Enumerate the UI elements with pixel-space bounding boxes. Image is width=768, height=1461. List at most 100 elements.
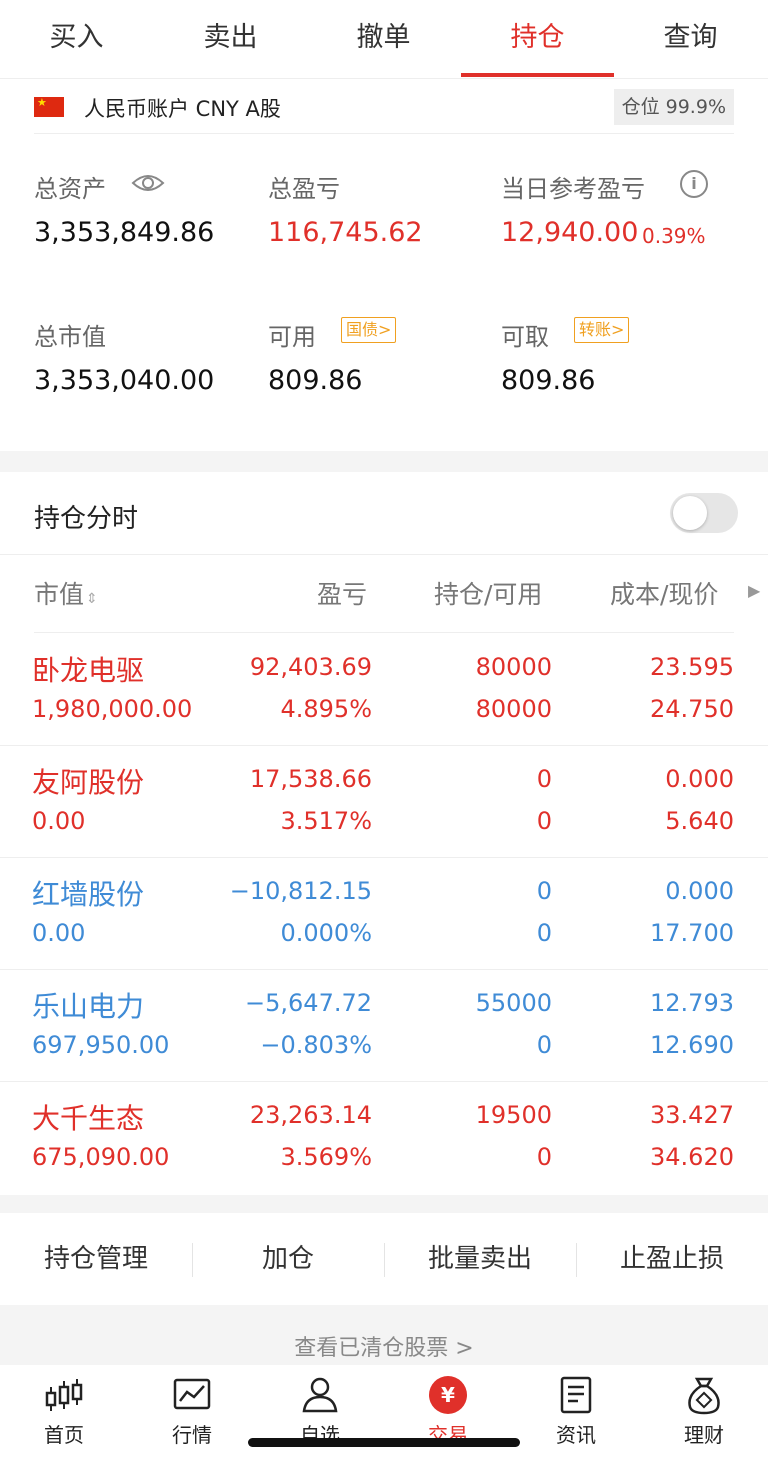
tab-cancel-order[interactable]: 撤单 bbox=[307, 0, 460, 78]
stock-pnl: 17,538.66 bbox=[249, 765, 372, 793]
account-name: 人民币账户 CNY A股 bbox=[84, 97, 281, 121]
account-header[interactable]: ★ 人民币账户 CNY A股 仓位 99.9% bbox=[34, 89, 734, 134]
daily-pnl-percent: 0.39% bbox=[642, 224, 706, 248]
stock-price: 5.640 bbox=[665, 807, 734, 835]
tab-sell[interactable]: 卖出 bbox=[154, 0, 307, 78]
stock-position: 0 bbox=[536, 765, 552, 793]
stock-cost: 23.595 bbox=[650, 653, 734, 681]
available-label: 可用 bbox=[268, 323, 316, 351]
stock-price: 17.700 bbox=[650, 919, 734, 947]
stock-pnl-percent: 3.517% bbox=[280, 807, 372, 835]
stock-price: 34.620 bbox=[650, 1143, 734, 1171]
account-summary: ★ 人民币账户 CNY A股 仓位 99.9% 总资产 3,353,849.86… bbox=[0, 79, 768, 451]
stock-cost: 33.427 bbox=[650, 1101, 734, 1129]
market-value-value: 3,353,040.00 bbox=[34, 365, 215, 396]
available-value: 809.86 bbox=[268, 365, 363, 396]
timeshare-label: 持仓分时 bbox=[34, 504, 139, 534]
stock-price: 12.690 bbox=[650, 1031, 734, 1059]
stock-available: 0 bbox=[536, 807, 552, 835]
user-icon bbox=[302, 1377, 338, 1413]
top-tab-bar: 买入 卖出 撤单 持仓 查询 bbox=[0, 0, 768, 79]
table-row[interactable]: 卧龙电驱 1,980,000.00 92,403.69 4.895% 80000 8000… bbox=[0, 633, 768, 746]
daily-pnl-label: 当日参考盈亏 bbox=[501, 175, 645, 203]
position-ratio-badge: 仓位 99.9% bbox=[613, 89, 734, 125]
take-profit-stop-loss-button[interactable]: 止盈止损 bbox=[576, 1213, 768, 1305]
stock-pnl-percent: 3.569% bbox=[280, 1143, 372, 1171]
withdrawable-value: 809.86 bbox=[501, 365, 596, 396]
timeshare-toggle[interactable] bbox=[670, 493, 738, 533]
table-row[interactable]: 友阿股份 0.00 17,538.66 3.517% 0 0 0.000 5.640 bbox=[0, 745, 768, 858]
stock-pnl: 92,403.69 bbox=[249, 653, 372, 681]
total-assets-value: 3,353,849.86 bbox=[34, 217, 215, 248]
table-row[interactable]: 大千生态 675,090.00 23,263.14 3.569% 19500 0 33.42… bbox=[0, 1081, 768, 1193]
stock-cost: 12.793 bbox=[650, 989, 734, 1017]
stock-available: 0 bbox=[536, 919, 552, 947]
stock-cost: 0.000 bbox=[665, 765, 734, 793]
header-market-value-label: 市值 bbox=[34, 580, 85, 609]
tab-holdings[interactable]: 持仓 bbox=[461, 0, 614, 78]
total-pnl-label: 总盈亏 bbox=[268, 175, 340, 203]
stock-name: 乐山电力 bbox=[32, 990, 145, 1023]
transfer-tag[interactable]: 转账> bbox=[574, 317, 630, 343]
batch-sell-button[interactable]: 批量卖出 bbox=[384, 1213, 576, 1305]
chevron-right-icon[interactable]: ▶ bbox=[748, 581, 760, 600]
stock-market-value: 675,090.00 bbox=[32, 1143, 170, 1171]
money-bag-icon bbox=[688, 1377, 720, 1415]
table-row[interactable]: 乐山电力 697,950.00 −5,647.72 −0.803% 55000 0 12.7… bbox=[0, 969, 768, 1082]
info-icon[interactable]: i bbox=[680, 170, 708, 198]
stock-price: 24.750 bbox=[650, 695, 734, 723]
stock-name: 大千生态 bbox=[32, 1102, 145, 1135]
total-assets-label: 总资产 bbox=[34, 175, 106, 203]
stock-available: 0 bbox=[536, 1143, 552, 1171]
nav-wealth[interactable]: 理财 bbox=[640, 1365, 768, 1461]
sort-icon: ⇕ bbox=[86, 591, 98, 607]
nav-home[interactable]: 首页 bbox=[0, 1365, 128, 1461]
china-flag-icon: ★ bbox=[34, 97, 64, 117]
header-pnl[interactable]: 盈亏 bbox=[317, 575, 367, 611]
view-cleared-stocks-link[interactable]: 查看已清仓股票 > bbox=[0, 1330, 768, 1362]
nav-wealth-label: 理财 bbox=[684, 1423, 724, 1447]
nav-news[interactable]: 资讯 bbox=[512, 1365, 640, 1461]
stock-name: 友阿股份 bbox=[32, 766, 145, 799]
nav-market[interactable]: 行情 bbox=[128, 1365, 256, 1461]
holding-management-button[interactable]: 持仓管理 bbox=[0, 1213, 192, 1305]
tab-buy[interactable]: 买入 bbox=[0, 0, 153, 78]
table-row[interactable]: 红墙股份 0.00 −10,812.15 0.000% 0 0 0.000 17.700 bbox=[0, 857, 768, 970]
stock-position: 0 bbox=[536, 877, 552, 905]
stock-name: 红墙股份 bbox=[32, 878, 145, 911]
candlestick-icon bbox=[45, 1379, 83, 1411]
market-value-label: 总市值 bbox=[34, 323, 106, 351]
stock-pnl-percent: −0.803% bbox=[260, 1031, 372, 1059]
svg-text:¥: ¥ bbox=[441, 1383, 455, 1407]
tab-query[interactable]: 查询 bbox=[614, 0, 767, 78]
active-tab-indicator bbox=[461, 73, 614, 77]
eye-icon[interactable] bbox=[131, 170, 165, 196]
add-position-button[interactable]: 加仓 bbox=[192, 1213, 384, 1305]
stock-market-value: 0.00 bbox=[32, 807, 86, 835]
stock-available: 80000 bbox=[475, 695, 552, 723]
stock-pnl-percent: 0.000% bbox=[280, 919, 372, 947]
total-pnl-value: 116,745.62 bbox=[268, 217, 423, 248]
holdings-table: 市值 ⇕ 盈亏 持仓/可用 成本/现价 ▶ 卧龙电驱 1,980,000.00 92,… bbox=[0, 555, 768, 1195]
stock-pnl: −5,647.72 bbox=[245, 989, 372, 1017]
stock-position: 55000 bbox=[475, 989, 552, 1017]
stock-pnl: 23,263.14 bbox=[249, 1101, 372, 1129]
nav-home-label: 首页 bbox=[44, 1423, 84, 1447]
header-market-value[interactable]: 市值 ⇕ bbox=[34, 575, 98, 611]
header-position[interactable]: 持仓/可用 bbox=[434, 575, 542, 611]
home-indicator bbox=[248, 1438, 520, 1447]
treasury-bond-tag[interactable]: 国债> bbox=[341, 317, 397, 343]
withdrawable-label: 可取 bbox=[501, 323, 549, 351]
toggle-knob bbox=[673, 496, 707, 530]
stock-cost: 0.000 bbox=[665, 877, 734, 905]
stock-market-value: 0.00 bbox=[32, 919, 86, 947]
header-cost-price[interactable]: 成本/现价 bbox=[610, 575, 718, 611]
news-icon bbox=[560, 1376, 592, 1414]
stock-position: 80000 bbox=[475, 653, 552, 681]
stock-pnl-percent: 4.895% bbox=[280, 695, 372, 723]
stock-market-value: 1,980,000.00 bbox=[32, 695, 193, 723]
stock-pnl: −10,812.15 bbox=[229, 877, 372, 905]
stock-name: 卧龙电驱 bbox=[32, 654, 145, 687]
chart-icon bbox=[173, 1378, 211, 1410]
yuan-icon: ¥ bbox=[429, 1376, 467, 1414]
